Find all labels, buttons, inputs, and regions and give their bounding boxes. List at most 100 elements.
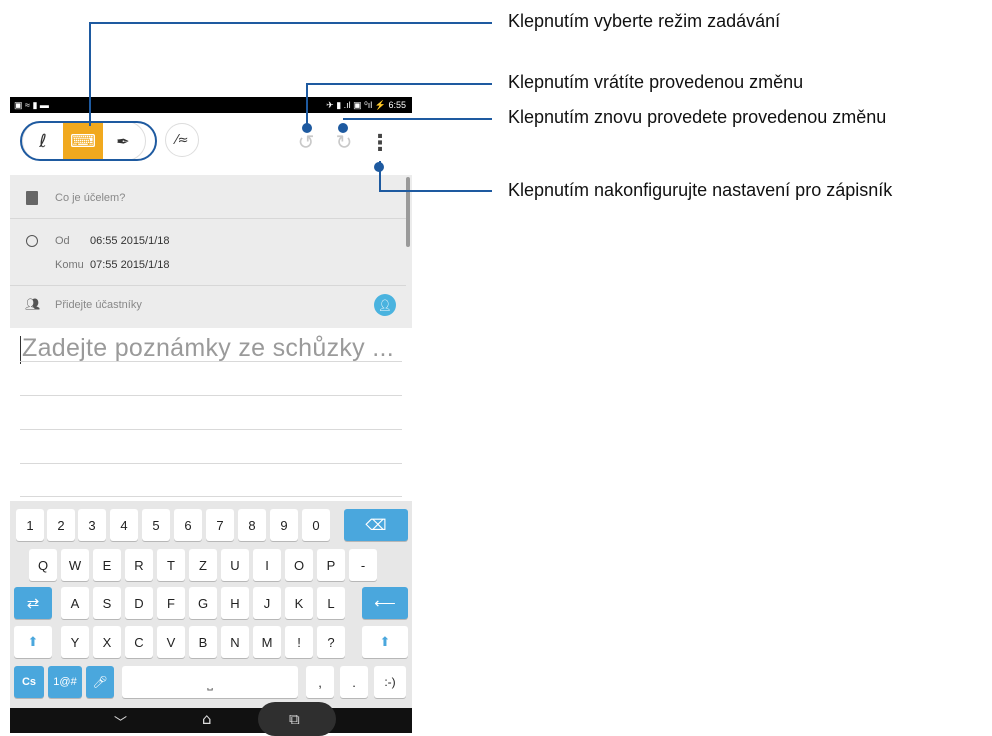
from-label: Od (55, 235, 70, 247)
note-icon (26, 191, 38, 205)
key-y[interactable]: Y (61, 626, 89, 658)
key-a[interactable]: A (61, 587, 89, 619)
from-row[interactable]: Od 06:55 2015/1/18 (10, 233, 406, 253)
scrollbar[interactable] (406, 177, 410, 247)
callout-line (89, 22, 492, 24)
key-c[interactable]: C (125, 626, 153, 658)
status-right-text: ✈ ▮ .ıl ▣ ⁰ıl ⚡ 6:55 (326, 100, 406, 110)
key-l[interactable]: L (317, 587, 345, 619)
space-key[interactable]: ⎵ (122, 666, 298, 698)
participants-input[interactable]: Přidejte účastníky (55, 299, 142, 311)
back-icon[interactable]: ﹀ (114, 712, 127, 731)
mode-highlight-frame (20, 121, 157, 161)
undo-icon: ↺ (297, 130, 315, 154)
more-options-button[interactable]: ⋮ (368, 129, 392, 157)
key-7[interactable]: 7 (206, 509, 234, 541)
key-0[interactable]: 0 (302, 509, 330, 541)
key-o[interactable]: O (285, 549, 313, 581)
status-bar: ▣ ≈ ▮ ▬ ✈ ▮ .ıl ▣ ⁰ıl ⚡ 6:55 (10, 97, 412, 113)
notes-input[interactable]: Zadejte poznámky ze schůzky ... (22, 334, 394, 363)
callout-dot (374, 162, 384, 172)
to-value[interactable]: 07:55 2015/1/18 (90, 259, 170, 271)
key-question[interactable]: ? (317, 626, 345, 658)
shift-icon: ⬆ (27, 634, 39, 649)
key-8[interactable]: 8 (238, 509, 266, 541)
key-4[interactable]: 4 (110, 509, 138, 541)
voice-input-key[interactable]: 🎤︎ (86, 666, 114, 698)
note-line (20, 395, 402, 396)
emoticon-key[interactable]: :-) (374, 666, 406, 698)
key-f[interactable]: F (157, 587, 185, 619)
shift-key-left[interactable]: ⬆ (14, 626, 52, 658)
key-u[interactable]: U (221, 549, 249, 581)
key-s[interactable]: S (93, 587, 121, 619)
key-r[interactable]: R (125, 549, 153, 581)
period-key[interactable]: . (340, 666, 368, 698)
key-9[interactable]: 9 (270, 509, 298, 541)
enter-key[interactable]: ⟵ (362, 587, 408, 619)
key-x[interactable]: X (93, 626, 121, 658)
home-icon[interactable]: ⌂ (202, 710, 212, 728)
key-i[interactable]: I (253, 549, 281, 581)
shift-key-right[interactable]: ⬆ (362, 626, 408, 658)
key-d[interactable]: D (125, 587, 153, 619)
from-value[interactable]: 06:55 2015/1/18 (90, 235, 170, 247)
recent-apps-icon[interactable]: ⧉ (289, 710, 300, 728)
draw-tool-button[interactable]: ⁄≈ (165, 123, 199, 157)
key-dash[interactable]: - (349, 549, 377, 581)
language-key[interactable]: Cs (14, 666, 44, 698)
shift-icon: ⬆ (379, 634, 391, 649)
tab-key[interactable]: ⇄ (14, 587, 52, 619)
microphone-icon: 🎤︎ (92, 675, 108, 689)
key-z[interactable]: Z (189, 549, 217, 581)
key-3[interactable]: 3 (78, 509, 106, 541)
callout-line (89, 22, 91, 126)
text-cursor (20, 336, 21, 364)
purpose-input[interactable]: Co je účelem? (55, 192, 125, 204)
key-j[interactable]: J (253, 587, 281, 619)
divider (10, 218, 406, 219)
to-label: Komu (55, 259, 84, 271)
key-2[interactable]: 2 (47, 509, 75, 541)
keyboard: 1 2 3 4 5 6 7 8 9 0 ⌫ Q W E R T Z U I O … (10, 501, 412, 708)
key-g[interactable]: G (189, 587, 217, 619)
divider (10, 285, 406, 286)
callout-line (379, 190, 492, 192)
symbols-key[interactable]: 1@# (48, 666, 82, 698)
key-exclamation[interactable]: ! (285, 626, 313, 658)
navigation-bar: ﹀ ⌂ ⧉ (10, 702, 412, 736)
participants-row[interactable]: 👥︎ Přidejte účastníky 👤︎ (10, 294, 406, 316)
key-v[interactable]: V (157, 626, 185, 658)
note-line (20, 463, 402, 464)
note-line (20, 496, 402, 497)
key-h[interactable]: H (221, 587, 249, 619)
add-contact-icon[interactable]: 👤︎ (374, 294, 396, 316)
key-n[interactable]: N (221, 626, 249, 658)
notes-area[interactable]: Zadejte poznámky ze schůzky ... (10, 328, 412, 501)
key-1[interactable]: 1 (16, 509, 44, 541)
backspace-icon: ⌫ (365, 517, 387, 534)
meeting-form: Co je účelem? Od 06:55 2015/1/18 Komu 07… (10, 175, 412, 328)
people-icon: 👥︎ (25, 297, 41, 311)
callout-dot (302, 123, 312, 133)
signature-icon: ⁄≈ (175, 132, 189, 148)
to-row[interactable]: Komu 07:55 2015/1/18 (10, 256, 406, 276)
redo-icon: ↻ (335, 130, 353, 154)
key-q[interactable]: Q (29, 549, 57, 581)
callout-settings: Klepnutím nakonfigurujte nastavení pro z… (508, 180, 893, 200)
key-5[interactable]: 5 (142, 509, 170, 541)
key-b[interactable]: B (189, 626, 217, 658)
status-left-icons: ▣ ≈ ▮ ▬ (14, 100, 49, 110)
key-p[interactable]: P (317, 549, 345, 581)
note-line (20, 429, 402, 430)
backspace-key[interactable]: ⌫ (344, 509, 408, 541)
key-t[interactable]: T (157, 549, 185, 581)
key-6[interactable]: 6 (174, 509, 202, 541)
key-w[interactable]: W (61, 549, 89, 581)
clock-icon (26, 235, 38, 247)
key-e[interactable]: E (93, 549, 121, 581)
purpose-row[interactable]: Co je účelem? (10, 189, 406, 209)
key-k[interactable]: K (285, 587, 313, 619)
comma-key[interactable]: , (306, 666, 334, 698)
key-m[interactable]: M (253, 626, 281, 658)
